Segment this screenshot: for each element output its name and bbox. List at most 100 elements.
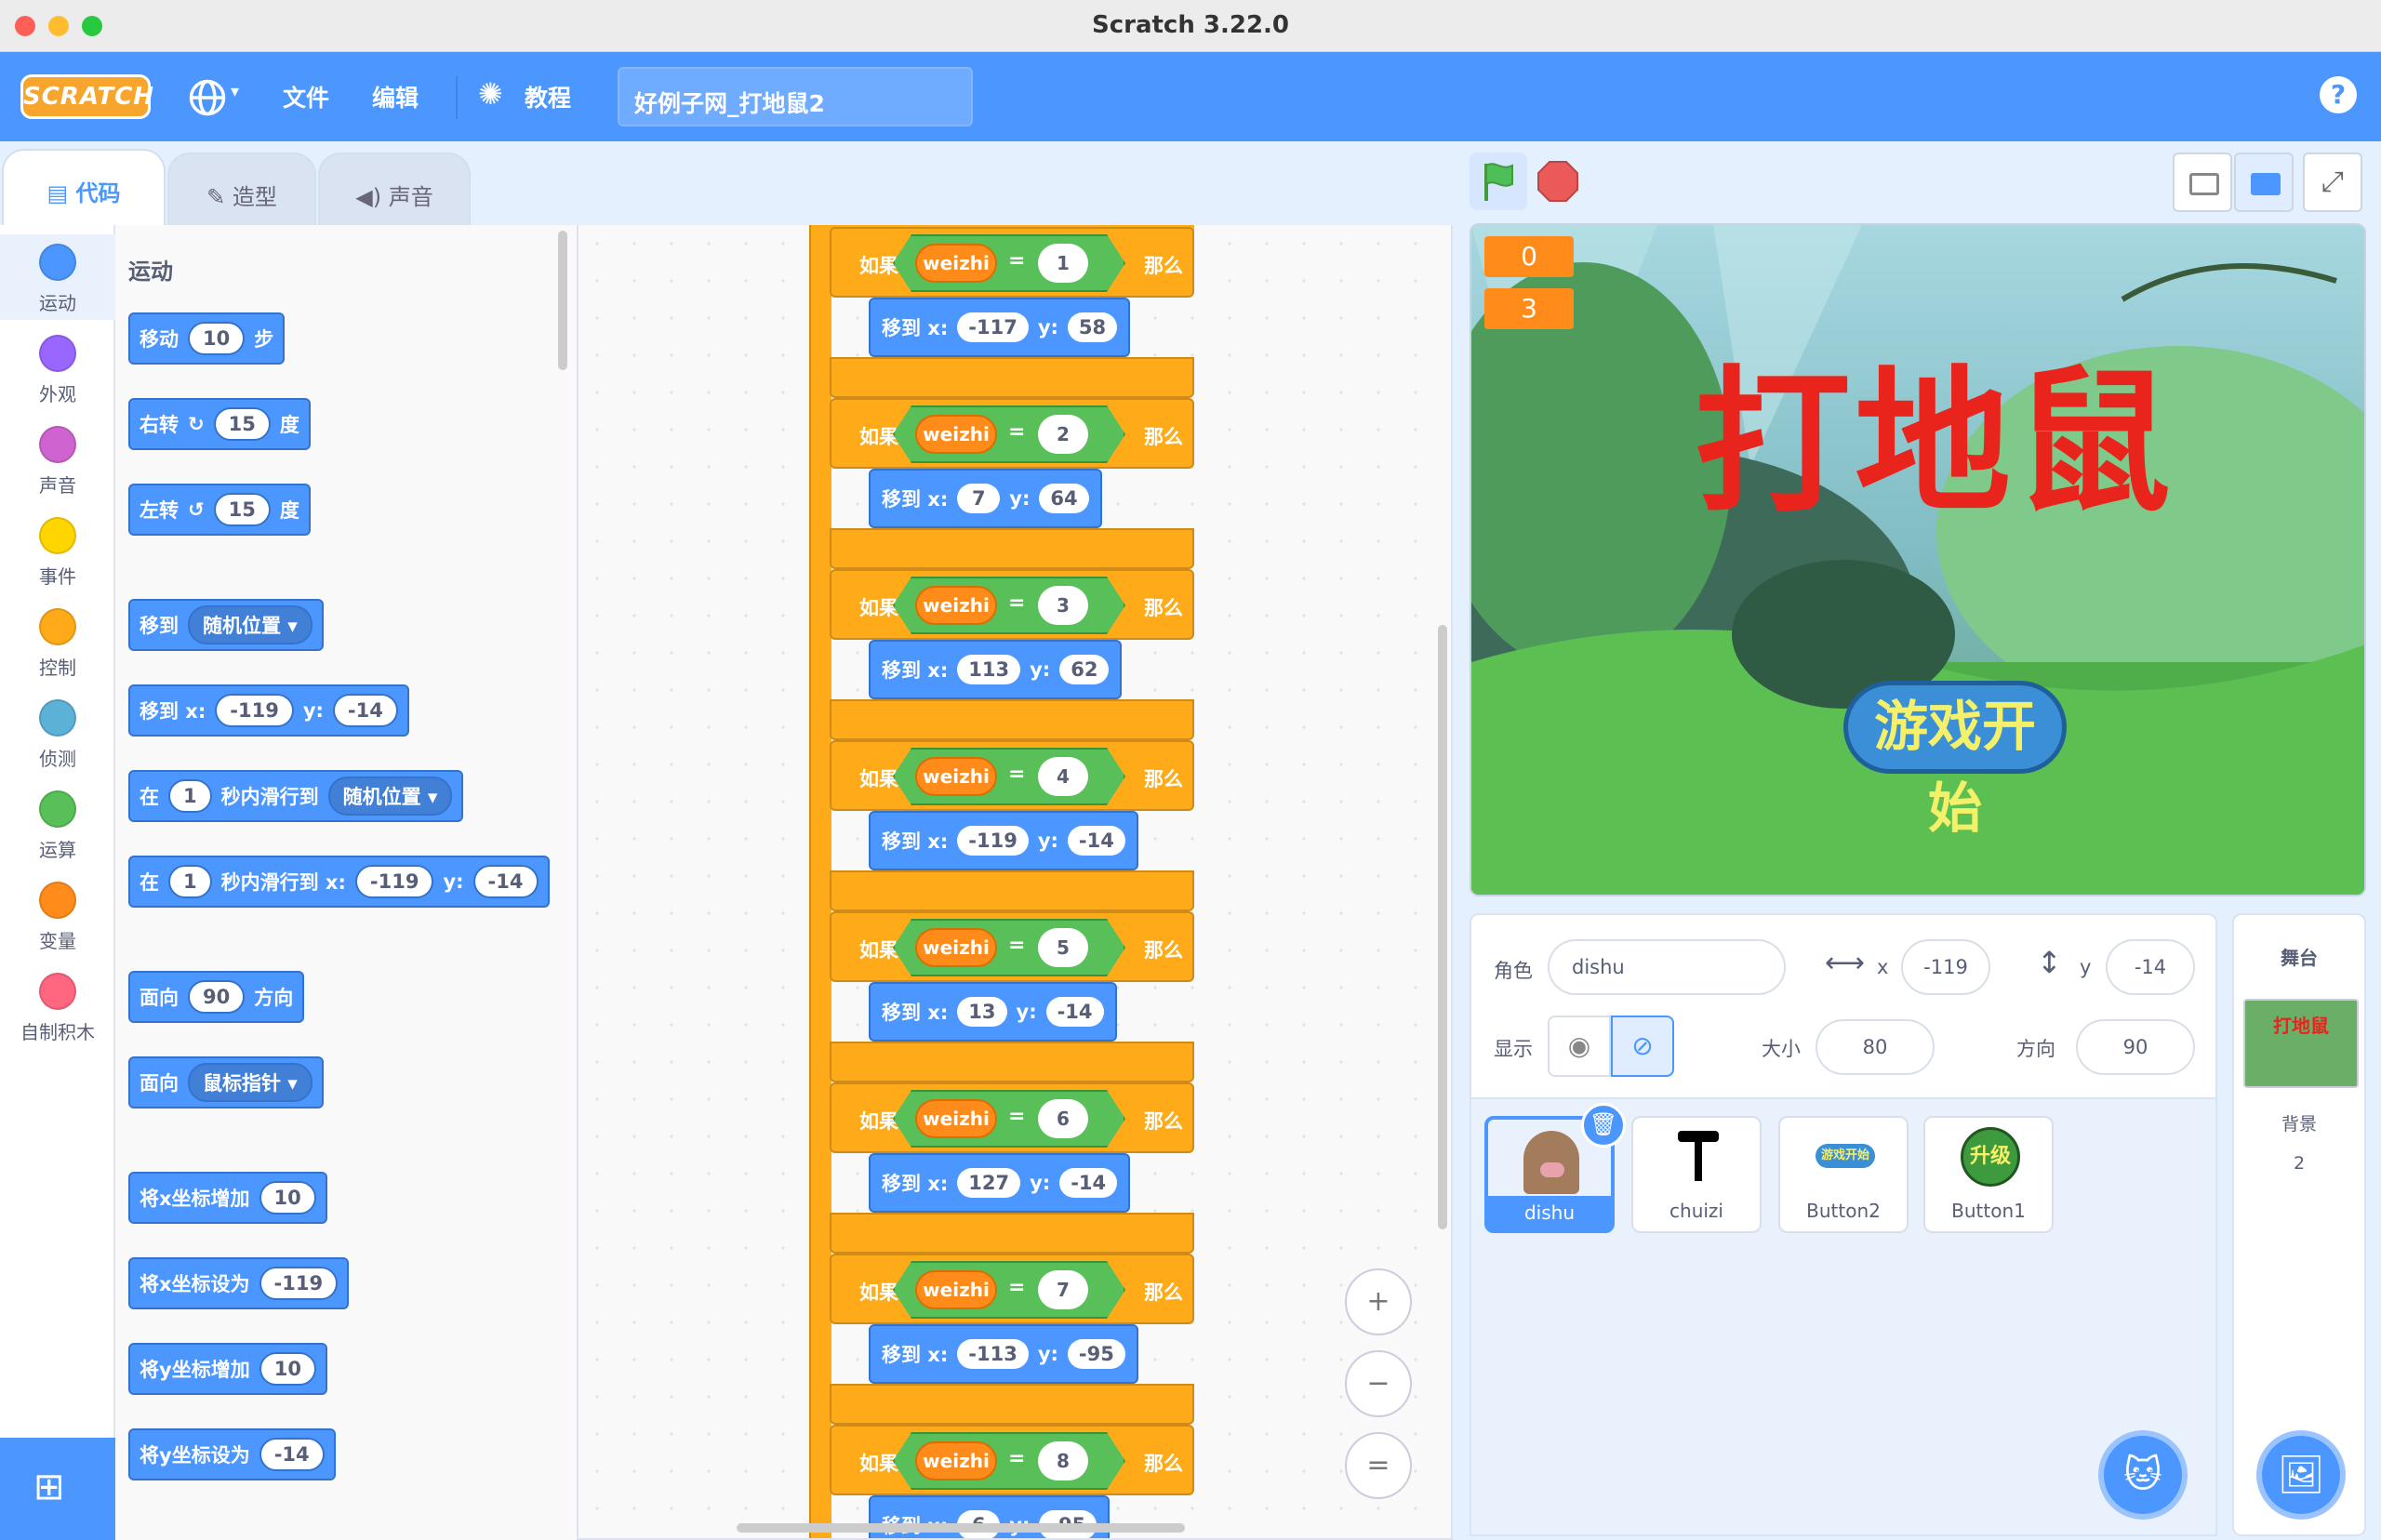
block-set-x[interactable]: 将x坐标设为 -119: [128, 1257, 350, 1309]
language-menu-button[interactable]: ▾: [188, 78, 249, 116]
x-input[interactable]: -113: [957, 1339, 1029, 1369]
point-towards-dropdown[interactable]: 鼠标指针 ▾: [188, 1063, 313, 1102]
tab-costumes[interactable]: ✎ 造型: [167, 153, 316, 225]
choose-backdrop-button[interactable]: 🖼: [2256, 1430, 2346, 1520]
green-flag-button[interactable]: [1470, 153, 1527, 210]
project-title-input[interactable]: 好例子网_打地鼠2: [618, 67, 973, 126]
x-input[interactable]: -119: [215, 694, 294, 727]
compare-value-input[interactable]: 6: [1038, 1099, 1088, 1138]
y-input[interactable]: -14: [472, 865, 539, 898]
tab-sounds[interactable]: ◀) 声音: [318, 153, 471, 225]
show-hidden-button[interactable]: ⊘: [1611, 1016, 1674, 1077]
value-input[interactable]: -119: [259, 1267, 339, 1300]
edit-menu[interactable]: 编辑: [372, 80, 419, 113]
variable-reporter[interactable]: weizhi: [915, 1099, 997, 1138]
x-input[interactable]: 113: [957, 655, 1021, 684]
y-input[interactable]: -14: [1045, 997, 1104, 1027]
tutorials-label[interactable]: 教程: [525, 80, 571, 113]
if-block[interactable]: 如果 weizhi = 4 那么 移到 x: -119 y: -14: [830, 740, 1194, 911]
x-input[interactable]: 7: [957, 484, 1001, 513]
if-block[interactable]: 如果 weizhi = 6 那么 移到 x: 127 y: -14: [830, 1082, 1194, 1254]
small-stage-button[interactable]: [2173, 153, 2232, 212]
y-input[interactable]: -95: [1067, 1339, 1125, 1369]
y-input[interactable]: -14: [332, 694, 398, 727]
y-input[interactable]: 64: [1039, 484, 1089, 513]
y-input[interactable]: 58: [1067, 312, 1118, 342]
workspace-vertical-scrollbar[interactable]: [1438, 625, 1447, 1229]
y-position-input[interactable]: -14: [2106, 939, 2195, 995]
start-game-button[interactable]: 游戏开始: [1843, 681, 2067, 840]
variable-reporter[interactable]: weizhi: [915, 757, 997, 796]
x-input[interactable]: -119: [957, 826, 1029, 856]
category-variables[interactable]: 变量: [0, 872, 115, 953]
block-change-y[interactable]: 将y坐标增加 10: [128, 1343, 327, 1395]
block-point-towards[interactable]: 面向 鼠标指针 ▾: [128, 1056, 324, 1109]
seconds-input[interactable]: 1: [168, 865, 212, 898]
variable-reporter[interactable]: weizhi: [915, 1441, 997, 1480]
variable-reporter[interactable]: weizhi: [915, 586, 997, 625]
block-turn-left[interactable]: 左转 ↺ 15 度: [128, 484, 311, 536]
if-block[interactable]: 如果 weizhi = 7 那么 移到 x: -113 y: -95: [830, 1254, 1194, 1425]
if-block[interactable]: 如果 weizhi = 3 那么 移到 x: 113 y: 62: [830, 569, 1194, 740]
if-block[interactable]: 如果 weizhi = 2 那么 移到 x: 7 y: 64: [830, 398, 1194, 569]
steps-input[interactable]: 10: [188, 322, 246, 355]
block-set-y[interactable]: 将y坐标设为 -14: [128, 1428, 336, 1480]
fullscreen-button[interactable]: ⤢: [2303, 153, 2362, 212]
value-input[interactable]: -14: [259, 1438, 325, 1471]
block-turn-right[interactable]: 右转 ↻ 15 度: [128, 398, 311, 450]
help-button[interactable]: ?: [2320, 76, 2357, 113]
x-input[interactable]: 13: [957, 997, 1007, 1027]
sprite-tile-button2[interactable]: 游戏开始 Button2: [1778, 1116, 1909, 1233]
stage-canvas[interactable]: 0 3 打地鼠 游戏开始: [1470, 223, 2366, 896]
block-goto-xy[interactable]: 移到 x: -119 y: -14: [128, 684, 409, 737]
category-looks[interactable]: 外观: [0, 325, 115, 406]
goto-xy-block[interactable]: 移到 x: -117 y: 58: [869, 298, 1131, 357]
tab-code[interactable]: ▤ 代码: [2, 149, 166, 227]
category-operators[interactable]: 运算: [0, 781, 115, 862]
y-input[interactable]: -14: [1067, 826, 1125, 856]
x-input[interactable]: -119: [354, 865, 434, 898]
direction-input[interactable]: 90: [188, 980, 246, 1014]
compare-value-input[interactable]: 4: [1038, 757, 1088, 796]
goto-dropdown[interactable]: 随机位置 ▾: [188, 605, 313, 644]
goto-xy-block[interactable]: 移到 x: -113 y: -95: [869, 1324, 1138, 1384]
delete-sprite-button[interactable]: 🗑: [1581, 1103, 1626, 1148]
variable-reporter[interactable]: weizhi: [915, 928, 997, 967]
glide-dropdown[interactable]: 随机位置 ▾: [327, 777, 453, 816]
compare-value-input[interactable]: 3: [1038, 586, 1088, 625]
block-glide[interactable]: 在 1 秒内滑行到 随机位置 ▾: [128, 770, 464, 822]
compare-value-input[interactable]: 2: [1038, 415, 1088, 454]
script-workspace[interactable]: 如果 weizhi = 1 那么 移到 x: -117 y: 58 如果 weizhi = 2 那么 移到…: [579, 225, 1453, 1540]
zoom-reset-button[interactable]: =: [1345, 1432, 1412, 1499]
variable-reporter[interactable]: weizhi: [915, 244, 997, 283]
direction-input[interactable]: 90: [2076, 1019, 2195, 1075]
workspace-horizontal-scrollbar[interactable]: [737, 1523, 1185, 1533]
sprite-tile-button1[interactable]: 升级 Button1: [1923, 1116, 2054, 1233]
goto-xy-block[interactable]: 移到 x: 113 y: 62: [869, 640, 1123, 699]
show-visible-button[interactable]: ◉: [1548, 1016, 1611, 1077]
category-motion[interactable]: 运动: [0, 234, 115, 320]
value-input[interactable]: 10: [259, 1181, 316, 1215]
palette-scrollbar[interactable]: [558, 231, 567, 370]
file-menu[interactable]: 文件: [283, 80, 329, 113]
sprite-tile-chuizi[interactable]: chuizi: [1631, 1116, 1762, 1233]
compare-value-input[interactable]: 7: [1038, 1270, 1088, 1309]
block-glide-xy[interactable]: 在 1 秒内滑行到 x: -119 y: -14: [128, 856, 550, 908]
y-input[interactable]: -14: [1059, 1168, 1118, 1198]
variable-reporter[interactable]: weizhi: [915, 1270, 997, 1309]
category-control[interactable]: 控制: [0, 599, 115, 680]
stop-button[interactable]: [1536, 160, 1579, 203]
scratch-logo[interactable]: SCRATCH: [20, 74, 153, 119]
seconds-input[interactable]: 1: [168, 779, 212, 813]
x-input[interactable]: -117: [957, 312, 1029, 342]
value-input[interactable]: 10: [259, 1352, 316, 1386]
x-position-input[interactable]: -119: [1901, 939, 1990, 995]
variable-reporter[interactable]: weizhi: [915, 415, 997, 454]
if-block[interactable]: 如果 weizhi = 1 那么 移到 x: -117 y: 58: [830, 227, 1194, 398]
block-move-steps[interactable]: 移动 10 步: [128, 312, 286, 365]
compare-value-input[interactable]: 1: [1038, 244, 1088, 283]
category-my-blocks[interactable]: 自制积木: [0, 963, 115, 1044]
block-goto[interactable]: 移到 随机位置 ▾: [128, 599, 324, 651]
goto-xy-block[interactable]: 移到 x: 13 y: -14: [869, 982, 1117, 1042]
add-extension-button[interactable]: ⊞: [0, 1438, 115, 1540]
